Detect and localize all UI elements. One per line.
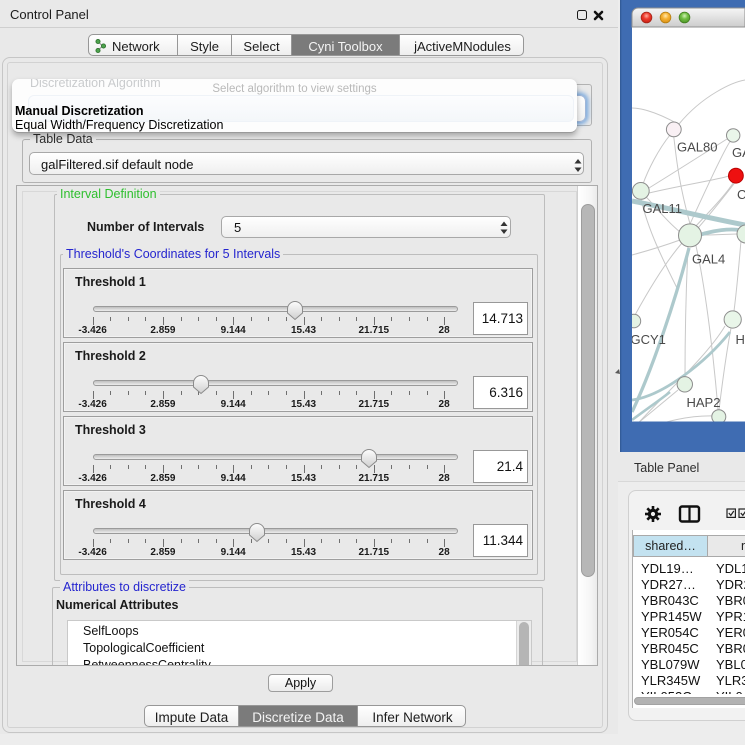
svg-text:GCY1: GCY1 [631, 332, 666, 347]
svg-text:GAL4: GAL4 [692, 252, 725, 267]
svg-text:H: H [736, 332, 745, 347]
svg-text:C: C [737, 187, 745, 202]
svg-text:HAP2: HAP2 [687, 395, 721, 410]
svg-text:GA: GA [732, 145, 745, 160]
svg-text:GAL80: GAL80 [677, 140, 717, 155]
svg-text:GAL11: GAL11 [643, 201, 683, 216]
